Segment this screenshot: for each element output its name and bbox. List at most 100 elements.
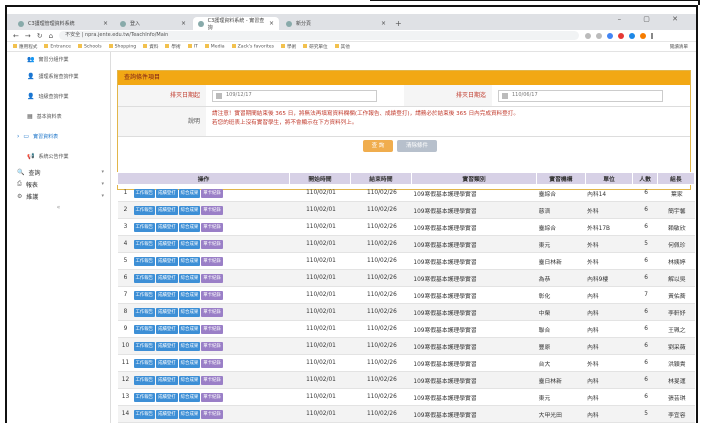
extension-icon[interactable] bbox=[618, 32, 625, 39]
sidebar-item-basic-data[interactable]: ▦ 基本資料表 bbox=[7, 106, 110, 126]
row-op-button[interactable]: 工作報告 bbox=[133, 375, 156, 385]
row-op-button[interactable]: 單卡紀錄 bbox=[201, 307, 223, 317]
row-op-button[interactable]: 綜合成果 bbox=[178, 392, 201, 402]
row-op-button[interactable]: 單卡紀錄 bbox=[201, 324, 223, 334]
bookmark-item[interactable]: 學術 bbox=[281, 44, 296, 50]
sidebar-section-search[interactable]: 🔍 查詢 ▾ bbox=[7, 166, 110, 178]
row-op-button[interactable]: 成績登打 bbox=[156, 290, 178, 300]
row-op-button[interactable]: 單卡紀錄 bbox=[201, 290, 223, 300]
row-op-button[interactable]: 綜合成果 bbox=[178, 205, 201, 215]
bookmark-item[interactable]: 其他 bbox=[335, 44, 350, 50]
row-op-button[interactable]: 綜合成果 bbox=[178, 307, 201, 317]
sidebar-section-maintain[interactable]: ⚙ 維護 ▾ bbox=[7, 190, 110, 202]
row-op-button[interactable]: 單卡紀錄 bbox=[201, 375, 223, 385]
reload-icon[interactable]: ↻ bbox=[37, 32, 43, 40]
query-button[interactable]: 查 詢 bbox=[363, 140, 393, 152]
row-op-button[interactable]: 綜合成果 bbox=[178, 324, 201, 334]
row-op-button[interactable]: 成績登打 bbox=[156, 358, 178, 368]
tab-close-icon[interactable]: × bbox=[181, 20, 186, 27]
row-op-button[interactable]: 工作報告 bbox=[133, 256, 156, 266]
bookmark-item[interactable]: 資料 bbox=[143, 44, 158, 50]
row-op-button[interactable]: 單卡紀錄 bbox=[201, 256, 223, 266]
row-op-button[interactable]: 單卡紀錄 bbox=[201, 239, 223, 249]
bookmark-item[interactable]: 應用程式 bbox=[13, 44, 37, 50]
row-op-button[interactable]: 成績登打 bbox=[156, 392, 178, 402]
row-op-button[interactable]: 綜合成果 bbox=[178, 290, 201, 300]
row-op-button[interactable]: 成績登打 bbox=[156, 307, 178, 317]
row-op-button[interactable]: 工作報告 bbox=[133, 358, 156, 368]
row-op-button[interactable]: 成績登打 bbox=[156, 222, 178, 232]
row-op-button[interactable]: 成績登打 bbox=[156, 256, 178, 266]
row-op-button[interactable]: 單卡紀錄 bbox=[201, 409, 223, 419]
home-icon[interactable]: ⌂ bbox=[49, 32, 53, 40]
reading-list[interactable]: 閱讀清單 bbox=[670, 44, 688, 50]
sidebar-section-report[interactable]: ⎙ 報表 ▾ bbox=[7, 178, 110, 190]
bookmark-item[interactable]: Zack's favorites bbox=[232, 44, 274, 49]
row-op-button[interactable]: 綜合成果 bbox=[178, 256, 201, 266]
row-op-button[interactable]: 工作報告 bbox=[133, 273, 156, 283]
forward-icon[interactable]: → bbox=[25, 32, 31, 40]
extension-icon[interactable] bbox=[607, 32, 614, 39]
row-op-button[interactable]: 綜合成果 bbox=[178, 358, 201, 368]
browser-tab[interactable]: 登入 × bbox=[115, 17, 191, 30]
row-op-button[interactable]: 成績登打 bbox=[156, 324, 178, 334]
row-op-button[interactable]: 工作報告 bbox=[133, 188, 156, 198]
bookmark-item[interactable]: Schools bbox=[78, 44, 102, 49]
row-op-button[interactable]: 工作報告 bbox=[133, 239, 156, 249]
end-date-input[interactable]: 110/06/17 bbox=[498, 89, 663, 102]
profile-avatar[interactable] bbox=[640, 32, 647, 39]
tab-close-icon[interactable]: × bbox=[269, 20, 274, 27]
row-op-button[interactable]: 工作報告 bbox=[133, 290, 156, 300]
tab-close-icon[interactable]: × bbox=[381, 20, 386, 27]
row-op-button[interactable]: 工作報告 bbox=[133, 222, 156, 232]
row-op-button[interactable]: 單卡紀錄 bbox=[201, 341, 223, 351]
row-op-button[interactable]: 單卡紀錄 bbox=[201, 273, 223, 283]
row-op-button[interactable]: 成績登打 bbox=[156, 205, 178, 215]
row-op-button[interactable]: 成績登打 bbox=[156, 409, 178, 419]
row-op-button[interactable]: 單卡紀錄 bbox=[201, 205, 223, 215]
new-tab-icon[interactable]: + bbox=[395, 19, 402, 28]
back-icon[interactable]: ← bbox=[13, 32, 19, 40]
row-op-button[interactable]: 工作報告 bbox=[133, 324, 156, 334]
star-icon[interactable] bbox=[596, 32, 603, 39]
row-op-button[interactable]: 綜合成果 bbox=[178, 375, 201, 385]
bookmark-item[interactable]: Media bbox=[205, 44, 225, 49]
bookmark-item[interactable]: Shopping bbox=[109, 44, 137, 49]
row-op-button[interactable]: 成績登打 bbox=[156, 273, 178, 283]
row-op-button[interactable]: 綜合成果 bbox=[178, 409, 201, 419]
row-op-button[interactable]: 綜合成果 bbox=[178, 188, 201, 198]
sidebar-item-announcement[interactable]: 📢 系統公告作業 bbox=[7, 146, 110, 166]
bookmark-item[interactable]: Entrance bbox=[44, 44, 71, 49]
menu-icon[interactable] bbox=[651, 32, 654, 39]
row-op-button[interactable]: 綜合成果 bbox=[178, 341, 201, 351]
window-controls[interactable]: – ▢ ✕ bbox=[618, 15, 688, 23]
bookmark-item[interactable]: IT bbox=[188, 44, 198, 49]
row-op-button[interactable]: 單卡紀錄 bbox=[201, 358, 223, 368]
row-op-button[interactable]: 工作報告 bbox=[133, 205, 156, 215]
row-op-button[interactable]: 成績登打 bbox=[156, 188, 178, 198]
start-date-input[interactable]: 109/12/17 bbox=[212, 89, 377, 102]
row-op-button[interactable]: 成績登打 bbox=[156, 375, 178, 385]
row-op-button[interactable]: 綜合成果 bbox=[178, 222, 201, 232]
row-op-button[interactable]: 工作報告 bbox=[133, 341, 156, 351]
row-op-button[interactable]: 綜合成果 bbox=[178, 273, 201, 283]
sidebar-collapse-button[interactable]: « bbox=[7, 202, 110, 211]
bookmark-item[interactable]: 學術 bbox=[165, 44, 180, 50]
extension-icon[interactable] bbox=[629, 32, 636, 39]
row-op-button[interactable]: 工作報告 bbox=[133, 392, 156, 402]
row-op-button[interactable]: 工作報告 bbox=[133, 307, 156, 317]
browser-tab[interactable]: C3護理管理資料系統 × bbox=[13, 17, 113, 30]
row-op-button[interactable]: 單卡紀錄 bbox=[201, 392, 223, 402]
sidebar-item-class-query[interactable]: 👤 班級查詢作業 bbox=[7, 86, 110, 106]
sidebar-item-practice-data[interactable]: › ▭ 實習資料表 bbox=[7, 126, 110, 146]
browser-tab[interactable]: 新分頁 × bbox=[281, 17, 391, 30]
row-op-button[interactable]: 成績登打 bbox=[156, 341, 178, 351]
url-field[interactable]: 不安全 | npra.jente.edu.tw/TeachInfo/Main bbox=[59, 31, 580, 40]
row-op-button[interactable]: 工作報告 bbox=[133, 409, 156, 419]
sidebar-item-hall-query[interactable]: 👤 護理系館查詢作業 bbox=[7, 66, 110, 86]
zoom-icon[interactable] bbox=[585, 32, 592, 39]
row-op-button[interactable]: 單卡紀錄 bbox=[201, 188, 223, 198]
bookmark-item[interactable]: 研究單位 bbox=[303, 44, 327, 50]
browser-tab-active[interactable]: C3護理資料系統 - 實習查詢 × bbox=[193, 17, 279, 31]
row-op-button[interactable]: 單卡紀錄 bbox=[201, 222, 223, 232]
